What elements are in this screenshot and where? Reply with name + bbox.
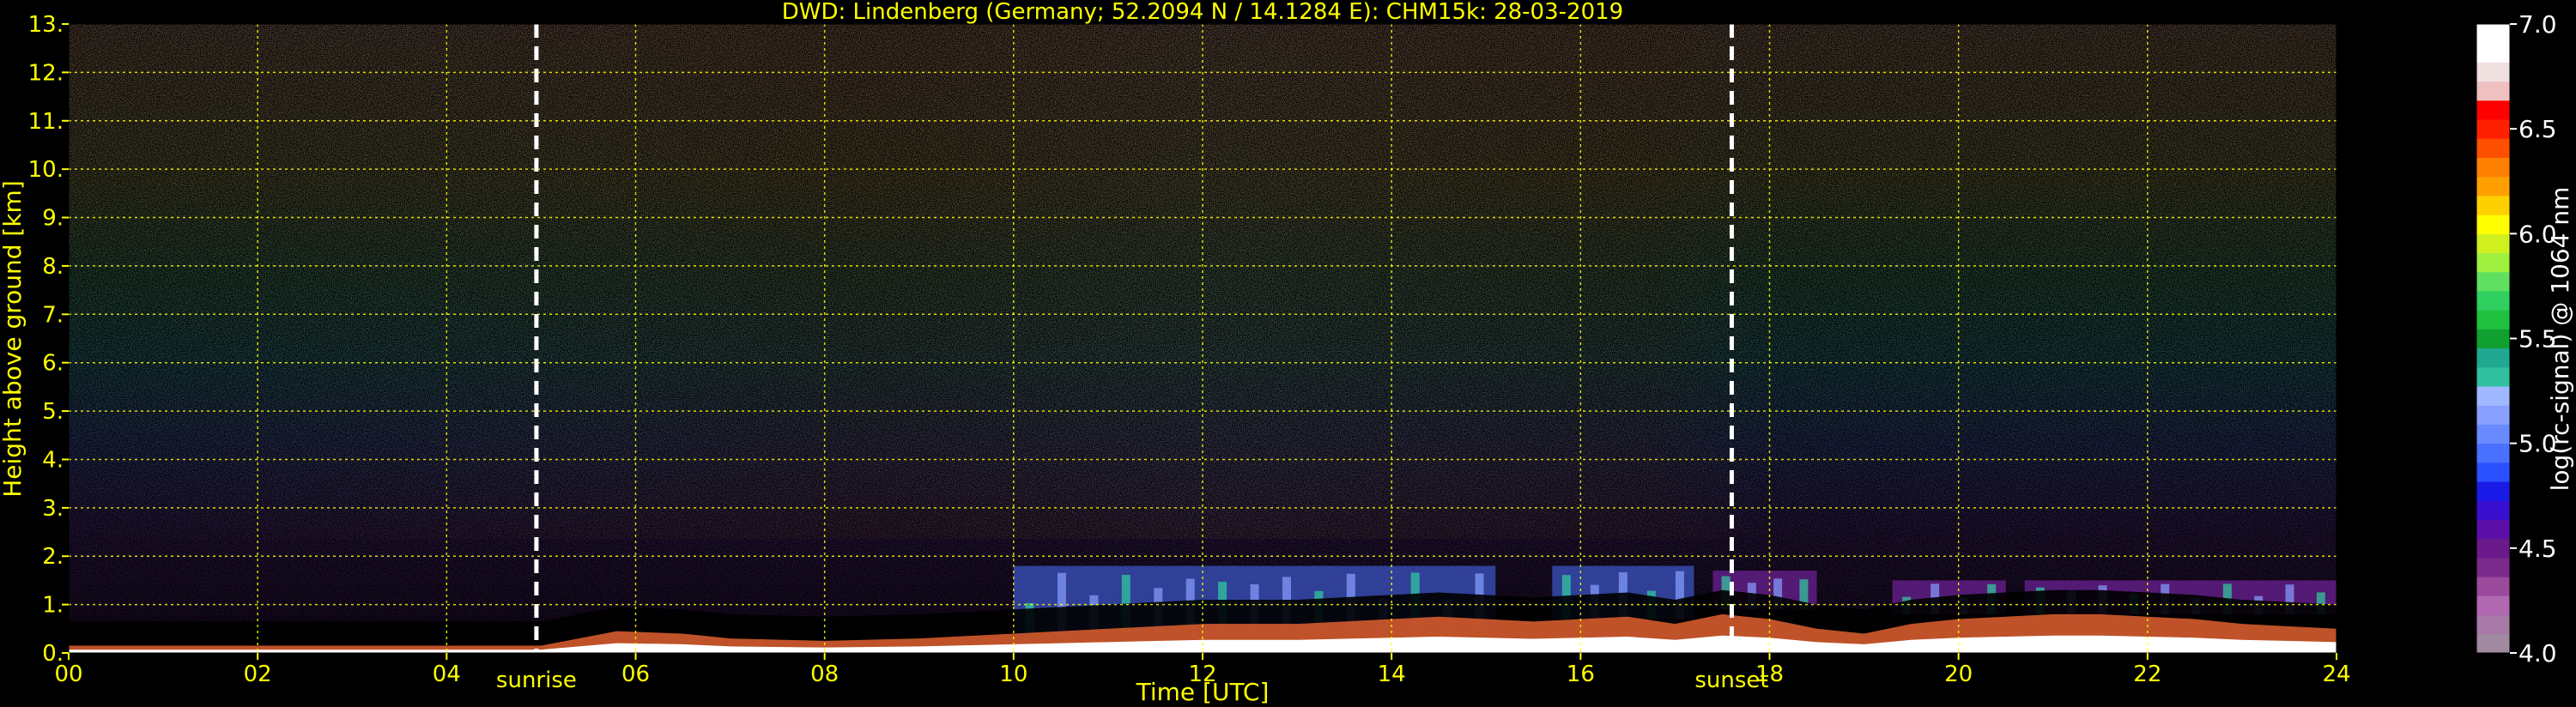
colorbar-tick-label: 6.5: [2518, 115, 2557, 143]
y-tick-label: 2.: [42, 544, 64, 570]
colorbar-level: [2476, 138, 2510, 158]
colorbar-level: [2476, 310, 2510, 329]
colorbar-level: [2476, 271, 2510, 292]
y-tick-label: 7.: [42, 302, 64, 328]
x-tick-label: 06: [621, 662, 650, 687]
y-tick-label: 6.: [42, 351, 64, 377]
y-tick-label: 4.: [42, 447, 64, 473]
colorbar-level: [2476, 633, 2510, 654]
colorbar-level: [2476, 519, 2510, 540]
colorbar-level: [2476, 329, 2510, 349]
x-tick-label: 22: [2133, 662, 2161, 687]
colorbar-level: [2476, 290, 2510, 311]
colorbar-level: [2476, 43, 2510, 63]
x-tick-label: 08: [810, 662, 839, 687]
colorbar-level: [2476, 195, 2510, 215]
colorbar-level: [2476, 462, 2510, 482]
lidar-backscatter-chart: sunrise sunset 00 02 04 06 08 10 12 14 16 18 20 22 24…: [0, 0, 2574, 706]
x-tick-label: 10: [999, 662, 1027, 687]
y-tick-label: 8.: [42, 254, 64, 280]
y-tick-label: 13.: [28, 12, 64, 38]
chart-title: DWD: Lindenberg (Germany; 52.2094 N / 14…: [782, 0, 1623, 25]
colorbar-level: [2476, 252, 2510, 273]
colorbar-level: [2476, 386, 2510, 406]
y-tick-label: 12.: [28, 60, 64, 86]
x-tick-label: 04: [433, 662, 461, 687]
colorbar-level: [2476, 481, 2510, 501]
x-tick-label: 24: [2322, 662, 2350, 687]
colorbar-level: [2476, 595, 2510, 616]
x-tick-label: 18: [1755, 662, 1784, 687]
colorbar-level: [2476, 347, 2510, 368]
y-tick-label: 11.: [28, 109, 64, 135]
colorbar-level: [2476, 100, 2510, 120]
y-tick-label: 5.: [42, 399, 64, 425]
colorbar-level: [2476, 157, 2510, 178]
x-tick-label: 20: [1944, 662, 1973, 687]
y-tick-label: 0.: [42, 641, 64, 667]
x-tick-label: 14: [1378, 662, 1406, 687]
colorbar-level: [2476, 24, 2510, 44]
y-tick-label: 9.: [42, 206, 64, 232]
colorbar-level: [2476, 557, 2510, 577]
colorbar-level: [2476, 405, 2510, 425]
colorbar-level: [2476, 81, 2510, 101]
colorbar-level: [2476, 62, 2510, 82]
colorbar-level: [2476, 119, 2510, 139]
colorbar-level: [2476, 500, 2510, 521]
colorbar-level: [2476, 424, 2510, 444]
colorbar-level: [2476, 366, 2510, 387]
colorbar-tick-label: 4.5: [2518, 535, 2557, 563]
colorbar-level: [2476, 443, 2510, 463]
colorbar-level: [2476, 215, 2510, 234]
colorbar-tick-label: 4.0: [2518, 639, 2557, 668]
x-tick-label: 02: [244, 662, 272, 687]
colorbar-level: [2476, 614, 2510, 635]
x-tick-label: 16: [1567, 662, 1595, 687]
colorbar-level: [2476, 176, 2510, 196]
colorbar-level: [2476, 538, 2510, 559]
sun-event-label: sunrise: [496, 668, 577, 693]
y-tick-label: 1.: [42, 593, 64, 619]
y-tick-label: 3.: [42, 496, 64, 522]
colorbar-label: log(rc-signal) @ 1064 nm: [2546, 187, 2574, 492]
colorbar: 4.04.55.05.56.06.57.0: [2476, 10, 2557, 668]
y-tick-label: 10.: [28, 157, 64, 183]
x-axis-label: Time [UTC]: [1136, 678, 1270, 706]
colorbar-level: [2476, 577, 2510, 596]
colorbar-level: [2476, 233, 2510, 254]
y-axis-label: Height above ground [km]: [0, 180, 27, 498]
colorbar-tick-label: 7.0: [2518, 10, 2557, 39]
